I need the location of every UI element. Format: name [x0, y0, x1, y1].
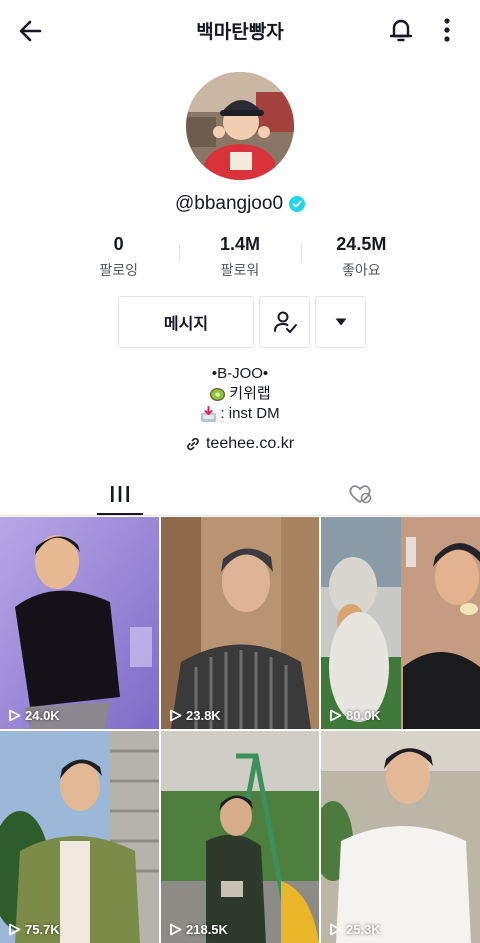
profile-stats: 0 팔로잉 1.4M 팔로워 24.5M 좋아요	[58, 232, 422, 280]
link-text: teehee.co.kr	[205, 435, 295, 452]
play-icon	[170, 923, 182, 936]
likes-stat: 24.5M 좋아요	[300, 232, 422, 280]
followers-stat[interactable]: 1.4M 팔로워	[179, 232, 300, 280]
vertical-dots-icon	[444, 18, 450, 42]
view-count: 75.7K	[8, 922, 60, 937]
video-thumbnail[interactable]: 25.3K	[321, 731, 480, 943]
message-button[interactable]: 메시지	[118, 296, 254, 348]
suggested-accounts-button[interactable]	[315, 296, 366, 348]
profile-avatar[interactable]	[186, 72, 294, 180]
video-thumbnail[interactable]: 75.7K	[0, 731, 159, 943]
bio-line-1: •B-JOO•	[211, 365, 269, 382]
likes-label: 좋아요	[342, 262, 381, 278]
bio-line-3: : inst DM	[220, 405, 280, 422]
play-icon	[170, 709, 182, 722]
play-icon	[330, 709, 342, 722]
caret-down-icon	[335, 318, 346, 326]
person-check-icon	[273, 311, 297, 333]
notification-button[interactable]	[386, 15, 416, 45]
profile-tabs	[0, 472, 480, 516]
view-count: 25.3K	[329, 922, 381, 937]
view-count-text: 25.3K	[346, 922, 381, 937]
profile-bio: •B-JOO• 키위랩 : inst DM	[0, 364, 480, 424]
handle-row: @bbangjoo0	[0, 191, 480, 217]
verified-badge-icon	[289, 196, 306, 212]
view-count: 23.8K	[169, 708, 221, 723]
following-status-button[interactable]	[259, 296, 310, 348]
view-count-text: 80.0K	[346, 708, 381, 723]
play-icon	[9, 709, 21, 722]
tab-videos[interactable]	[0, 472, 240, 516]
view-count-text: 24.0K	[25, 708, 60, 723]
profile-link[interactable]: teehee.co.kr	[0, 433, 480, 455]
view-count-text: 218.5K	[186, 922, 228, 937]
more-options-button[interactable]	[436, 15, 458, 45]
view-count-text: 23.8K	[186, 708, 221, 723]
following-stat[interactable]: 0 팔로잉	[58, 232, 179, 280]
tab-liked[interactable]	[240, 472, 480, 516]
inbox-tray-icon	[201, 405, 217, 422]
bio-line-2: 키위랩	[229, 385, 271, 402]
video-grid: 24.0K 23.8K 80.0K 75.7K 218.5K 25.3K	[0, 517, 480, 943]
top-bar: 백마탄빵자	[0, 0, 480, 60]
video-thumbnail[interactable]: 218.5K	[161, 731, 319, 943]
video-thumbnail[interactable]: 80.0K	[321, 517, 480, 729]
heart-hidden-icon	[349, 485, 372, 504]
bell-icon	[389, 19, 413, 42]
video-thumbnail[interactable]: 24.0K	[0, 517, 159, 729]
link-icon	[187, 437, 199, 451]
likes-count: 24.5M	[336, 234, 387, 254]
followers-count: 1.4M	[219, 234, 260, 254]
video-thumbnail[interactable]: 23.8K	[161, 517, 319, 729]
grid-bars-icon	[111, 486, 129, 502]
view-count: 24.0K	[8, 708, 60, 723]
kiwi-emoji-icon	[210, 387, 226, 401]
followers-label: 팔로워	[220, 262, 260, 278]
username-handle: @bbangjoo0	[174, 193, 284, 214]
following-label: 팔로잉	[99, 262, 138, 278]
view-count: 80.0K	[329, 708, 381, 723]
active-tab-indicator	[97, 513, 143, 515]
following-count: 0	[113, 234, 124, 254]
view-count: 218.5K	[169, 922, 228, 937]
play-icon	[330, 923, 342, 936]
play-icon	[9, 923, 21, 936]
view-count-text: 75.7K	[25, 922, 60, 937]
